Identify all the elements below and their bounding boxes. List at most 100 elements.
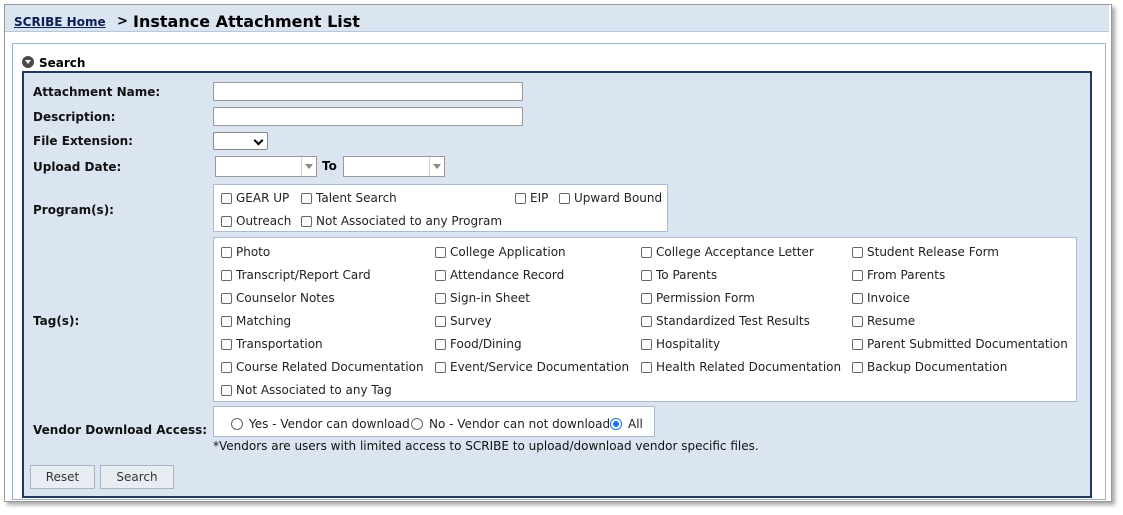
tag-checkbox-attendance-record[interactable]: Attendance Record — [435, 268, 564, 282]
dropdown-arrow-icon[interactable] — [301, 157, 316, 176]
checkbox-icon[interactable] — [641, 338, 652, 350]
checkbox-icon[interactable] — [515, 192, 526, 204]
checkbox-icon[interactable] — [435, 338, 446, 350]
checkbox-icon[interactable] — [221, 215, 232, 227]
file-extension-select[interactable] — [213, 132, 268, 150]
checkbox-icon[interactable] — [435, 315, 446, 327]
tag-label: Sign-in Sheet — [450, 291, 530, 305]
breadcrumb-home-link[interactable]: SCRIBE Home — [14, 15, 106, 29]
tag-label: Invoice — [867, 291, 910, 305]
checkbox-icon[interactable] — [641, 292, 652, 304]
tag-checkbox-student-release-form[interactable]: Student Release Form — [852, 245, 999, 259]
tag-checkbox-permission-form[interactable]: Permission Form — [641, 291, 755, 305]
checkbox-icon[interactable] — [852, 338, 863, 350]
checkbox-icon[interactable] — [435, 292, 446, 304]
tag-checkbox-from-parents[interactable]: From Parents — [852, 268, 945, 282]
vendor-option-label: No - Vendor can not download — [429, 417, 611, 431]
vendor-option-label: All — [628, 417, 643, 431]
checkbox-icon[interactable] — [301, 192, 312, 204]
checkbox-icon[interactable] — [221, 338, 232, 350]
program-checkbox-gear-up[interactable]: GEAR UP — [221, 191, 289, 205]
reset-button[interactable]: Reset — [30, 465, 95, 489]
vendor-access-radio-all[interactable]: All — [610, 417, 643, 431]
tag-label: Course Related Documentation — [236, 360, 424, 374]
program-label: Outreach — [236, 214, 292, 228]
tag-checkbox-hospitality[interactable]: Hospitality — [641, 337, 720, 351]
checkbox-icon[interactable] — [221, 192, 232, 204]
checkbox-icon[interactable] — [852, 269, 863, 281]
program-checkbox-upward-bound[interactable]: Upward Bound — [559, 191, 662, 205]
program-checkbox-talent-search[interactable]: Talent Search — [301, 191, 397, 205]
checkbox-icon[interactable] — [221, 315, 232, 327]
tag-checkbox-food-dining[interactable]: Food/Dining — [435, 337, 522, 351]
tag-checkbox-counselor-notes[interactable]: Counselor Notes — [221, 291, 335, 305]
radio-icon[interactable] — [411, 418, 423, 430]
tag-checkbox-course-related-documentation[interactable]: Course Related Documentation — [221, 360, 424, 374]
upload-date-from-picker[interactable] — [215, 156, 317, 177]
tag-checkbox-transcript[interactable]: Transcript/Report Card — [221, 268, 371, 282]
tag-checkbox-transportation[interactable]: Transportation — [221, 337, 323, 351]
checkbox-icon[interactable] — [559, 192, 570, 204]
checkbox-icon[interactable] — [221, 292, 232, 304]
checkbox-icon[interactable] — [301, 215, 312, 227]
tag-checkbox-parent-submitted-documentation[interactable]: Parent Submitted Documentation — [852, 337, 1068, 351]
checkbox-icon[interactable] — [221, 361, 232, 373]
checkbox-icon[interactable] — [641, 246, 652, 258]
tag-label: Permission Form — [656, 291, 755, 305]
tag-checkbox-event-service-documentation[interactable]: Event/Service Documentation — [435, 360, 629, 374]
program-label: Not Associated to any Program — [316, 214, 503, 228]
program-checkbox-outreach[interactable]: Outreach — [221, 214, 291, 228]
tag-label: To Parents — [656, 268, 718, 282]
checkbox-icon[interactable] — [852, 361, 863, 373]
tag-label: Photo — [236, 245, 271, 259]
radio-selected-icon[interactable] — [610, 418, 622, 430]
checkbox-icon[interactable] — [221, 246, 232, 258]
vendor-access-label: Vendor Download Access: — [33, 423, 208, 437]
tag-checkbox-sign-in-sheet[interactable]: Sign-in Sheet — [435, 291, 530, 305]
program-checkbox-eip[interactable]: EIP — [515, 191, 548, 205]
checkbox-icon[interactable] — [641, 315, 652, 327]
tag-label: Transportation — [236, 337, 323, 351]
tag-label: Hospitality — [656, 337, 721, 351]
checkbox-icon[interactable] — [641, 361, 652, 373]
vendor-option-label: Yes - Vendor can download — [249, 417, 410, 431]
checkbox-icon[interactable] — [221, 384, 232, 396]
tag-label: From Parents — [867, 268, 946, 282]
tag-checkbox-to-parents[interactable]: To Parents — [641, 268, 717, 282]
tag-checkbox-matching[interactable]: Matching — [221, 314, 291, 328]
tag-checkbox-standardized-test-results[interactable]: Standardized Test Results — [641, 314, 810, 328]
checkbox-icon[interactable] — [435, 361, 446, 373]
checkbox-icon[interactable] — [221, 269, 232, 281]
program-checkbox-not-associated[interactable]: Not Associated to any Program — [301, 214, 502, 228]
upload-date-to-picker[interactable] — [343, 156, 445, 177]
vendor-note: *Vendors are users with limited access t… — [213, 439, 759, 453]
tag-checkbox-resume[interactable]: Resume — [852, 314, 915, 328]
tag-checkbox-invoice[interactable]: Invoice — [852, 291, 910, 305]
tag-label: Backup Documentation — [867, 360, 1008, 374]
checkbox-icon[interactable] — [852, 246, 863, 258]
search-button[interactable]: Search — [100, 465, 174, 489]
dropdown-arrow-icon[interactable] — [429, 157, 444, 176]
vendor-access-radio-no[interactable]: No - Vendor can not download — [411, 417, 610, 431]
tag-checkbox-survey[interactable]: Survey — [435, 314, 492, 328]
checkbox-icon[interactable] — [852, 315, 863, 327]
tag-label: College Application — [450, 245, 566, 259]
checkbox-icon[interactable] — [435, 246, 446, 258]
checkbox-icon[interactable] — [852, 292, 863, 304]
tag-label: Food/Dining — [450, 337, 522, 351]
tag-checkbox-college-application[interactable]: College Application — [435, 245, 566, 259]
tag-checkbox-backup-documentation[interactable]: Backup Documentation — [852, 360, 1007, 374]
tag-checkbox-health-related-documentation[interactable]: Health Related Documentation — [641, 360, 841, 374]
tag-checkbox-not-associated[interactable]: Not Associated to any Tag — [221, 383, 392, 397]
tag-checkbox-college-acceptance-letter[interactable]: College Acceptance Letter — [641, 245, 814, 259]
vendor-access-radio-yes[interactable]: Yes - Vendor can download — [231, 417, 410, 431]
attachment-name-input[interactable] — [213, 82, 523, 101]
checkbox-icon[interactable] — [435, 269, 446, 281]
radio-icon[interactable] — [231, 418, 243, 430]
tag-checkbox-photo[interactable]: Photo — [221, 245, 270, 259]
checkbox-icon[interactable] — [641, 269, 652, 281]
chevron-down-circle-icon[interactable] — [22, 56, 34, 68]
programs-label: Program(s): — [33, 203, 114, 217]
tag-label: Transcript/Report Card — [236, 268, 371, 282]
description-input[interactable] — [213, 107, 523, 126]
